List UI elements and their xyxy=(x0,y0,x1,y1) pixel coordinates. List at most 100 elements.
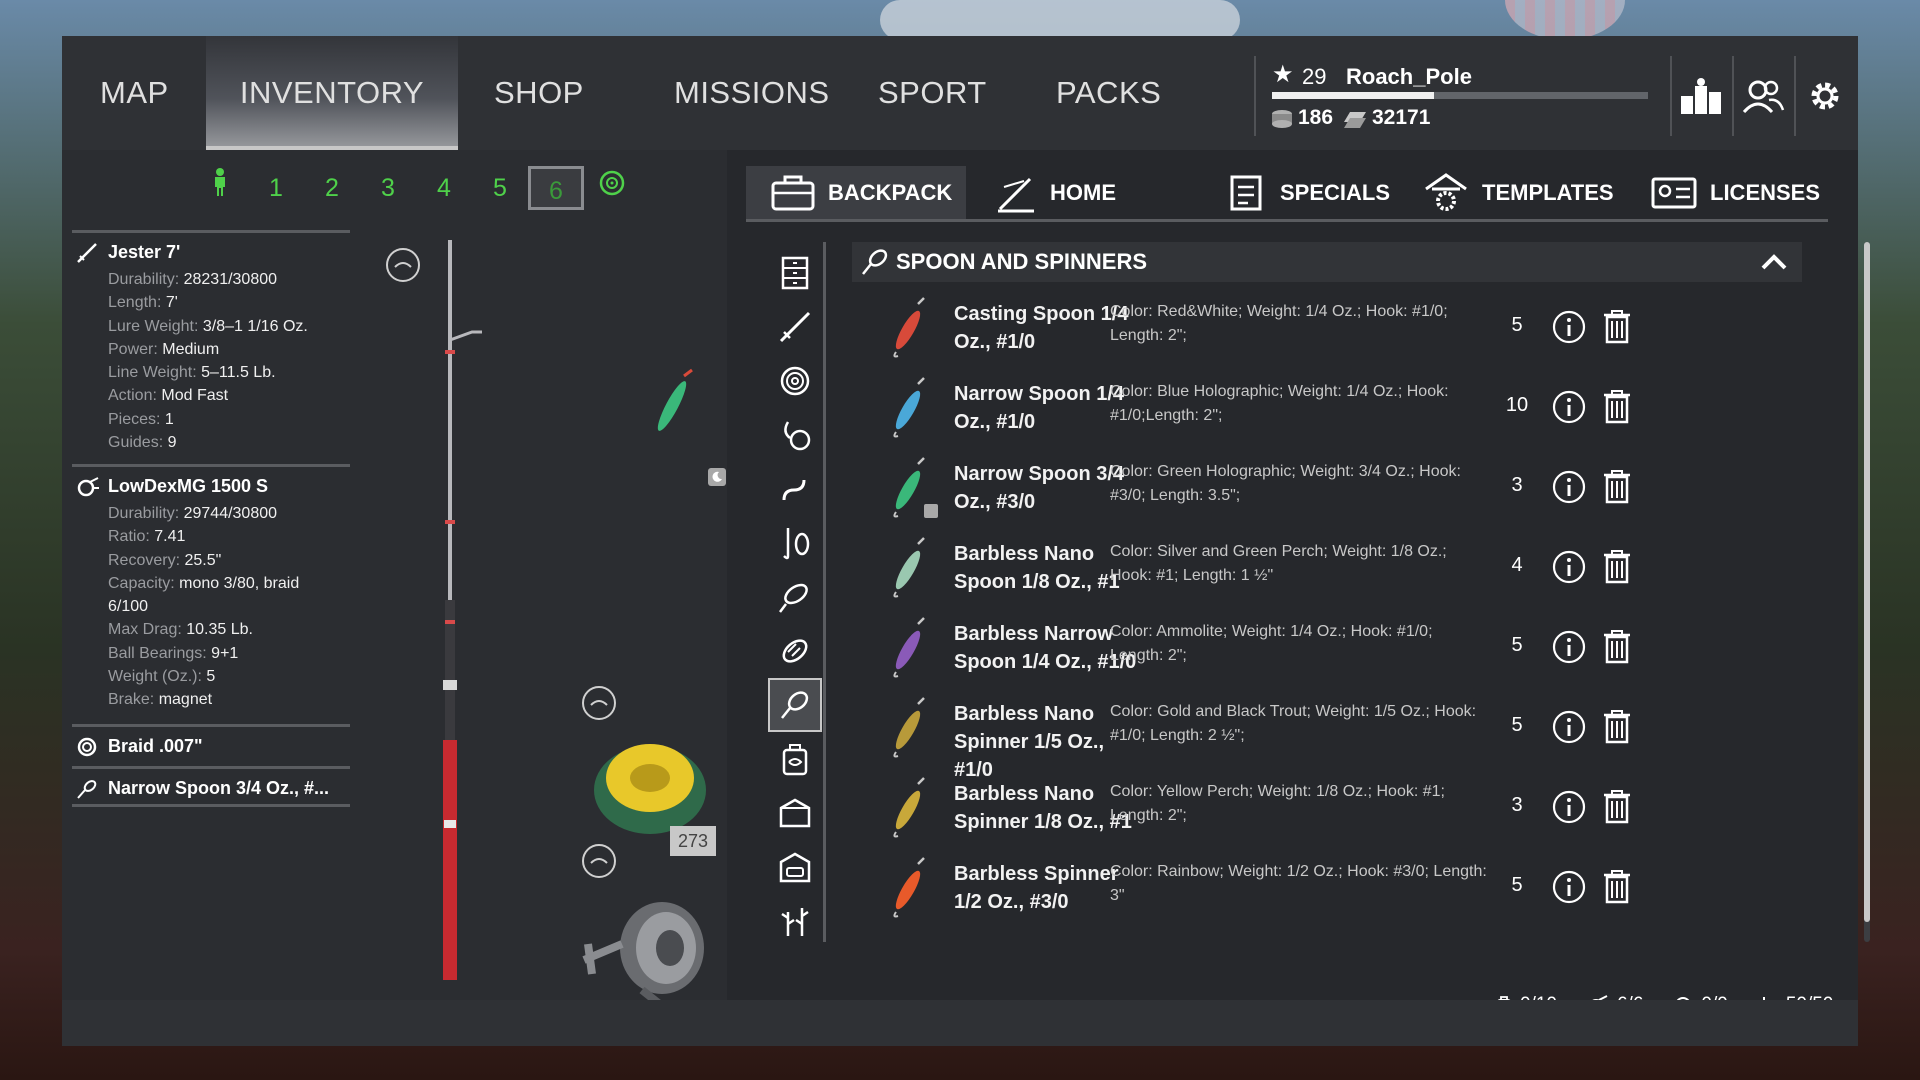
reel-image[interactable] xyxy=(582,890,712,1010)
category-floats[interactable] xyxy=(768,516,822,570)
category-vehicles[interactable] xyxy=(768,840,822,894)
reel-details[interactable]: LowDexMG 1500 S Durability: 29744/30800 R… xyxy=(72,464,350,712)
reel-repair-badge[interactable] xyxy=(582,844,616,878)
trash-icon[interactable] xyxy=(1602,788,1632,824)
category-baits[interactable] xyxy=(768,408,822,462)
nav-tab-packs[interactable]: PACKS xyxy=(1036,36,1181,150)
rod-slot-2[interactable]: 2 xyxy=(304,166,360,210)
rod-slot-1[interactable]: 1 xyxy=(248,166,304,210)
target-slot[interactable] xyxy=(584,166,640,210)
category-rods[interactable] xyxy=(768,300,822,354)
trash-icon[interactable] xyxy=(1602,388,1632,424)
category-bags[interactable] xyxy=(768,732,822,786)
nav-tab-inventory[interactable]: INVENTORY xyxy=(206,36,458,150)
level-star-icon: ★ xyxy=(1272,61,1294,88)
item-list: Casting Spoon 1/4 Oz., #1/0 Color: Red&Wh… xyxy=(852,288,1802,928)
rod-icon xyxy=(77,243,97,263)
subtab-backpack[interactable]: BACKPACK xyxy=(746,166,966,219)
line-details[interactable]: Braid .007" xyxy=(72,724,350,762)
item-row[interactable]: Barbless Nano Spinner 1/8 Oz., #1 Color: … xyxy=(852,768,1802,848)
nav-tab-missions[interactable]: MISSIONS xyxy=(654,36,850,150)
rod-slot-6[interactable]: 6 xyxy=(528,166,584,210)
rod-spec-value: 28231/30800 xyxy=(183,271,278,288)
line-spool-image[interactable] xyxy=(590,730,710,840)
chevron-up-icon[interactable] xyxy=(1760,252,1788,272)
settings-button[interactable] xyxy=(1794,56,1854,136)
subtab-specials[interactable]: SPECIALS xyxy=(1224,166,1390,219)
info-icon[interactable] xyxy=(1552,790,1586,824)
rod-spec-row: Length: 7' xyxy=(72,291,350,314)
box-icon xyxy=(779,798,811,828)
item-quantity: 4 xyxy=(1511,554,1523,576)
float-icon xyxy=(783,528,810,560)
trash-icon[interactable] xyxy=(1602,868,1632,904)
lure-details[interactable]: Narrow Spoon 3/4 Oz., #... xyxy=(72,766,350,807)
info-icon[interactable] xyxy=(1552,870,1586,904)
rod-slot-4[interactable]: 4 xyxy=(416,166,472,210)
reel-spec-value: 6/100 xyxy=(108,598,149,616)
rod-stand-icon xyxy=(998,177,1034,212)
line-repair-badge[interactable] xyxy=(582,686,616,720)
category-jigs[interactable] xyxy=(768,570,822,624)
category-wobblers[interactable] xyxy=(768,624,822,678)
trash-icon[interactable] xyxy=(1602,468,1632,504)
category-misc[interactable] xyxy=(768,894,822,948)
info-icon[interactable] xyxy=(1552,470,1586,504)
fisherman-slot[interactable] xyxy=(192,166,248,210)
item-row[interactable]: Barbless Nano Spinner 1/5 Oz., #1/0 Color… xyxy=(852,688,1802,781)
rod-details[interactable]: Jester 7' Durability: 28231/30800 Length:… xyxy=(72,230,350,454)
category-boxes[interactable] xyxy=(768,786,822,840)
info-icon[interactable] xyxy=(1552,630,1586,664)
item-description: Color: Green Holographic; Weight: 3/4 Oz… xyxy=(1110,463,1461,504)
experience-bar xyxy=(1272,92,1648,99)
rod-image[interactable] xyxy=(412,240,512,980)
category-hooks[interactable] xyxy=(768,462,822,516)
list-scrollbar[interactable] xyxy=(1864,242,1870,942)
line-spool-icon xyxy=(77,737,97,757)
friends-button[interactable] xyxy=(1732,56,1792,136)
reel-spec-label: Max Drag: xyxy=(108,621,182,639)
nav-tab-map[interactable]: MAP xyxy=(80,36,189,150)
night-lure-badge xyxy=(924,504,938,518)
item-row[interactable]: Barbless Spinner 1/2 Oz., #3/0 Color: Rai… xyxy=(852,848,1802,928)
trash-icon[interactable] xyxy=(1602,548,1632,584)
trash-icon[interactable] xyxy=(1602,308,1632,344)
trash-icon[interactable] xyxy=(1602,708,1632,744)
trash-icon[interactable] xyxy=(1602,628,1632,664)
reel-spec-row: Recovery: 25.5" xyxy=(72,549,350,572)
rod-repair-badge[interactable] xyxy=(386,248,420,282)
club-button[interactable] xyxy=(1670,56,1730,136)
lure-thumbnail xyxy=(893,777,925,838)
nav-tab-shop[interactable]: SHOP xyxy=(474,36,604,150)
cabinet-icon xyxy=(781,256,809,290)
reel-spec-label: Ratio: xyxy=(108,528,150,546)
player-profile[interactable]: ★ 29 Roach_Pole 186 32171 xyxy=(1254,56,1654,136)
reel-spec-row: Ball Bearings: 9+1 xyxy=(72,642,350,665)
rod-slot-selector: 1 2 3 4 5 6 xyxy=(192,166,640,210)
info-icon[interactable] xyxy=(1552,710,1586,744)
category-spoons[interactable] xyxy=(768,678,822,732)
item-row[interactable]: Narrow Spoon 1/4 Oz., #1/0 Color: Blue Ho… xyxy=(852,368,1802,448)
rod-slot-5[interactable]: 5 xyxy=(472,166,528,210)
item-quantity: 5 xyxy=(1511,314,1523,336)
item-row[interactable]: Casting Spoon 1/4 Oz., #1/0 Color: Red&Wh… xyxy=(852,288,1802,368)
item-row[interactable]: Barbless Nano Spoon 1/8 Oz., #1 Color: Si… xyxy=(852,528,1802,608)
category-lines[interactable] xyxy=(768,354,822,408)
scrollbar-thumb[interactable] xyxy=(1864,242,1870,922)
subtab-templates[interactable]: TEMPLATES xyxy=(1422,166,1614,219)
item-row[interactable]: Narrow Spoon 3/4 Oz., #3/0 Color: Green H… xyxy=(852,448,1802,528)
subtab-home[interactable]: HOME xyxy=(994,166,1116,219)
lure-thumbnail xyxy=(893,697,925,758)
rod-slot-3[interactable]: 3 xyxy=(360,166,416,210)
reel-spec-row: 6/100 xyxy=(72,595,350,618)
lure-image[interactable] xyxy=(652,366,702,446)
subtab-licenses[interactable]: LICENSES xyxy=(1650,166,1820,219)
item-row[interactable]: Barbless Narrow Spoon 1/4 Oz., #1/0 Color… xyxy=(852,608,1802,688)
nav-tab-sport[interactable]: SPORT xyxy=(858,36,1007,150)
info-icon[interactable] xyxy=(1552,550,1586,584)
info-icon[interactable] xyxy=(1552,310,1586,344)
rod-spec-label: Power: xyxy=(108,340,158,358)
category-all[interactable] xyxy=(768,246,822,300)
info-icon[interactable] xyxy=(1552,390,1586,424)
section-header[interactable]: SPOON AND SPINNERS xyxy=(852,242,1802,282)
